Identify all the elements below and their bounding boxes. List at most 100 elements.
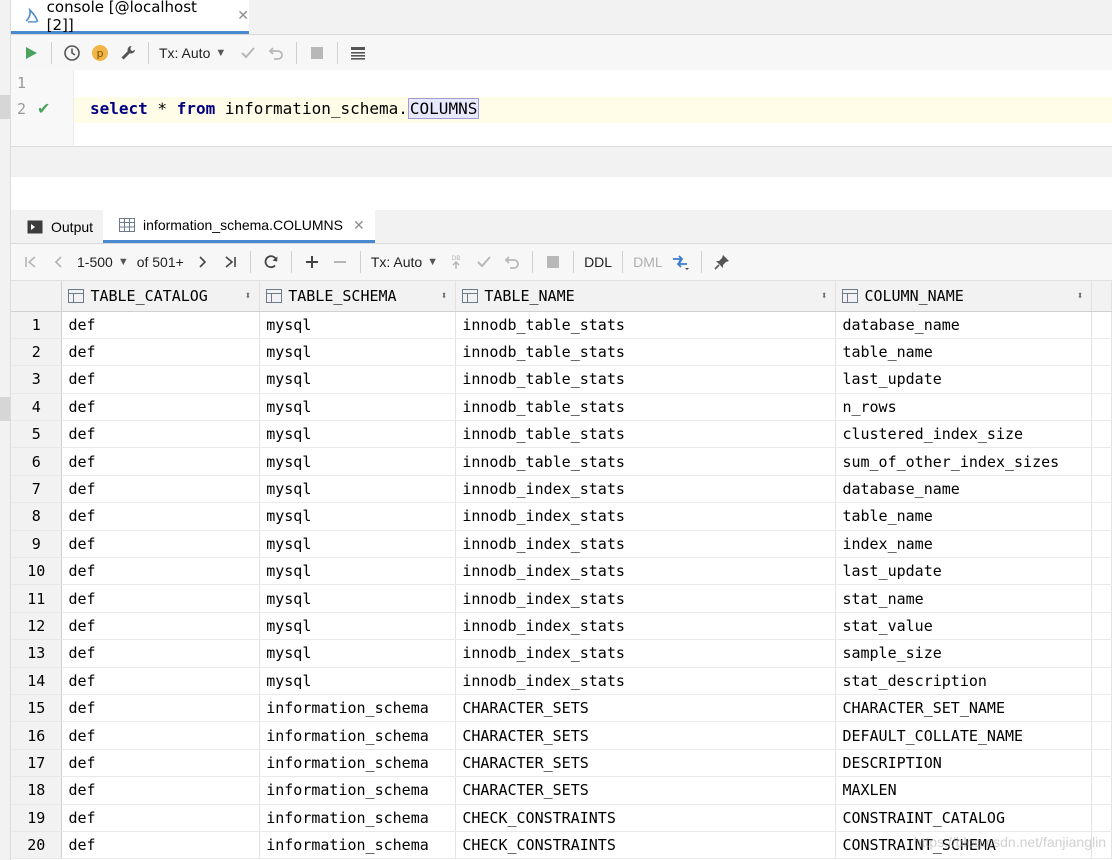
- table-cell[interactable]: mysql: [259, 420, 457, 449]
- ddl-button[interactable]: DDL: [580, 254, 616, 270]
- table-cell[interactable]: last_update: [835, 557, 1093, 586]
- table-cell[interactable]: last_update: [835, 365, 1093, 394]
- table-row[interactable]: 2 def mysql innodb_table_stats table_name: [11, 338, 1112, 367]
- table-cell[interactable]: CHARACTER_SETS: [455, 694, 837, 723]
- row-number[interactable]: 18: [11, 776, 63, 805]
- table-row[interactable]: 8 def mysql innodb_index_stats table_name: [11, 502, 1112, 531]
- table-cell[interactable]: MAXLEN: [835, 776, 1093, 805]
- row-number[interactable]: 6: [11, 447, 63, 476]
- table-row[interactable]: 19 def information_schema CHECK_CONSTRAINTS…: [11, 804, 1112, 832]
- table-cell[interactable]: mysql: [259, 475, 457, 504]
- table-row[interactable]: 9 def mysql innodb_index_stats index_name: [11, 530, 1112, 559]
- column-header[interactable]: TABLE_CATALOG ⬍: [61, 281, 261, 312]
- transaction-mode-dropdown[interactable]: Tx: Auto ▼: [155, 45, 230, 61]
- table-cell[interactable]: information_schema: [259, 804, 457, 832]
- row-number[interactable]: 1: [11, 311, 63, 339]
- row-number[interactable]: 14: [11, 667, 63, 695]
- table-cell[interactable]: index_name: [835, 530, 1093, 559]
- compare-button[interactable]: [667, 248, 695, 276]
- previous-page-button[interactable]: [45, 248, 73, 276]
- submit-changes-button[interactable]: DB: [442, 248, 470, 276]
- close-icon[interactable]: ✕: [237, 8, 249, 24]
- tab-columns-result[interactable]: information_schema.COLUMNS ✕: [103, 210, 375, 243]
- table-cell[interactable]: stat_name: [835, 584, 1093, 613]
- table-cell[interactable]: clustered_index_size: [835, 420, 1093, 449]
- row-number[interactable]: 9: [11, 530, 63, 559]
- refresh-button[interactable]: [257, 248, 285, 276]
- row-number[interactable]: 3: [11, 365, 63, 394]
- table-row[interactable]: 5 def mysql innodb_table_stats clustered_ind…: [11, 420, 1112, 449]
- table-cell[interactable]: mysql: [259, 502, 457, 531]
- table-cell[interactable]: innodb_index_stats: [455, 557, 837, 586]
- row-number[interactable]: 17: [11, 749, 63, 778]
- table-cell[interactable]: information_schema: [259, 694, 457, 723]
- table-cell[interactable]: def: [61, 776, 261, 805]
- table-cell[interactable]: table_name: [835, 502, 1093, 531]
- row-number[interactable]: 5: [11, 420, 63, 449]
- table-cell[interactable]: mysql: [259, 447, 457, 476]
- table-cell[interactable]: def: [61, 365, 261, 394]
- column-header[interactable]: TABLE_NAME ⬍: [455, 281, 837, 312]
- table-cell[interactable]: def: [61, 502, 261, 531]
- table-row[interactable]: 14 def mysql innodb_index_stats stat_descrip…: [11, 667, 1112, 695]
- sort-icon[interactable]: ⬍: [245, 289, 252, 302]
- row-number[interactable]: 15: [11, 694, 63, 723]
- rollback-results-button[interactable]: [498, 248, 526, 276]
- sort-icon[interactable]: ⬍: [821, 289, 828, 302]
- table-cell[interactable]: innodb_index_stats: [455, 612, 837, 641]
- table-cell[interactable]: n_rows: [835, 393, 1093, 422]
- table-cell[interactable]: information_schema: [259, 749, 457, 778]
- stop-button[interactable]: [303, 39, 331, 67]
- table-cell[interactable]: def: [61, 338, 261, 367]
- table-row[interactable]: 10 def mysql innodb_index_stats last_update: [11, 557, 1112, 586]
- first-page-button[interactable]: [17, 248, 45, 276]
- table-row[interactable]: 13 def mysql innodb_index_stats sample_size: [11, 639, 1112, 668]
- table-cell[interactable]: CHECK_CONSTRAINTS: [455, 804, 837, 832]
- row-number[interactable]: 19: [11, 804, 63, 832]
- table-cell[interactable]: innodb_table_stats: [455, 393, 837, 422]
- table-row[interactable]: 12 def mysql innodb_index_stats stat_value: [11, 612, 1112, 641]
- table-cell[interactable]: sum_of_other_index_sizes: [835, 447, 1093, 476]
- corner-cell[interactable]: [11, 281, 63, 312]
- table-cell[interactable]: def: [61, 694, 261, 723]
- sql-editor[interactable]: 1 2 ✔ select * from information_schema. C…: [11, 70, 1112, 146]
- table-cell[interactable]: innodb_index_stats: [455, 502, 837, 531]
- table-row[interactable]: 18 def information_schema CHARACTER_SETS MAX…: [11, 776, 1112, 805]
- table-cell[interactable]: mysql: [259, 639, 457, 668]
- row-number[interactable]: 12: [11, 612, 63, 641]
- row-number[interactable]: 10: [11, 557, 63, 586]
- rollback-button[interactable]: [262, 39, 290, 67]
- sql-statement[interactable]: select * from information_schema. COLUMNS: [90, 98, 480, 119]
- table-cell[interactable]: DESCRIPTION: [835, 749, 1093, 778]
- table-cell[interactable]: mysql: [259, 311, 457, 339]
- table-cell[interactable]: database_name: [835, 311, 1093, 339]
- sort-icon[interactable]: ⬍: [441, 289, 448, 302]
- table-cell[interactable]: def: [61, 831, 261, 860]
- dml-button[interactable]: DML: [629, 254, 667, 270]
- table-cell[interactable]: mysql: [259, 365, 457, 394]
- table-cell[interactable]: sample_size: [835, 639, 1093, 668]
- commit-button[interactable]: [234, 39, 262, 67]
- table-cell[interactable]: def: [61, 311, 261, 339]
- table-row[interactable]: 15 def information_schema CHARACTER_SETS CHA…: [11, 694, 1112, 723]
- table-cell[interactable]: mysql: [259, 557, 457, 586]
- table-cell[interactable]: def: [61, 612, 261, 641]
- panel-divider[interactable]: [11, 177, 1112, 210]
- table-cell[interactable]: def: [61, 475, 261, 504]
- pin-tab-button[interactable]: [708, 248, 736, 276]
- next-page-button[interactable]: [188, 248, 216, 276]
- table-cell[interactable]: information_schema: [259, 831, 457, 860]
- history-button[interactable]: [58, 39, 86, 67]
- table-row[interactable]: 17 def information_schema CHARACTER_SETS DES…: [11, 749, 1112, 778]
- delete-row-button[interactable]: [326, 248, 354, 276]
- table-cell[interactable]: def: [61, 420, 261, 449]
- table-cell[interactable]: def: [61, 721, 261, 750]
- table-cell[interactable]: DEFAULT_COLLATE_NAME: [835, 721, 1093, 750]
- table-cell[interactable]: table_name: [835, 338, 1093, 367]
- results-transaction-mode-dropdown[interactable]: Tx: Auto ▼: [367, 254, 442, 270]
- row-number[interactable]: 4: [11, 393, 63, 422]
- table-cell[interactable]: information_schema: [259, 721, 457, 750]
- table-cell[interactable]: CHARACTER_SETS: [455, 749, 837, 778]
- tab-output[interactable]: Output: [11, 210, 103, 243]
- settings-button[interactable]: [114, 39, 142, 67]
